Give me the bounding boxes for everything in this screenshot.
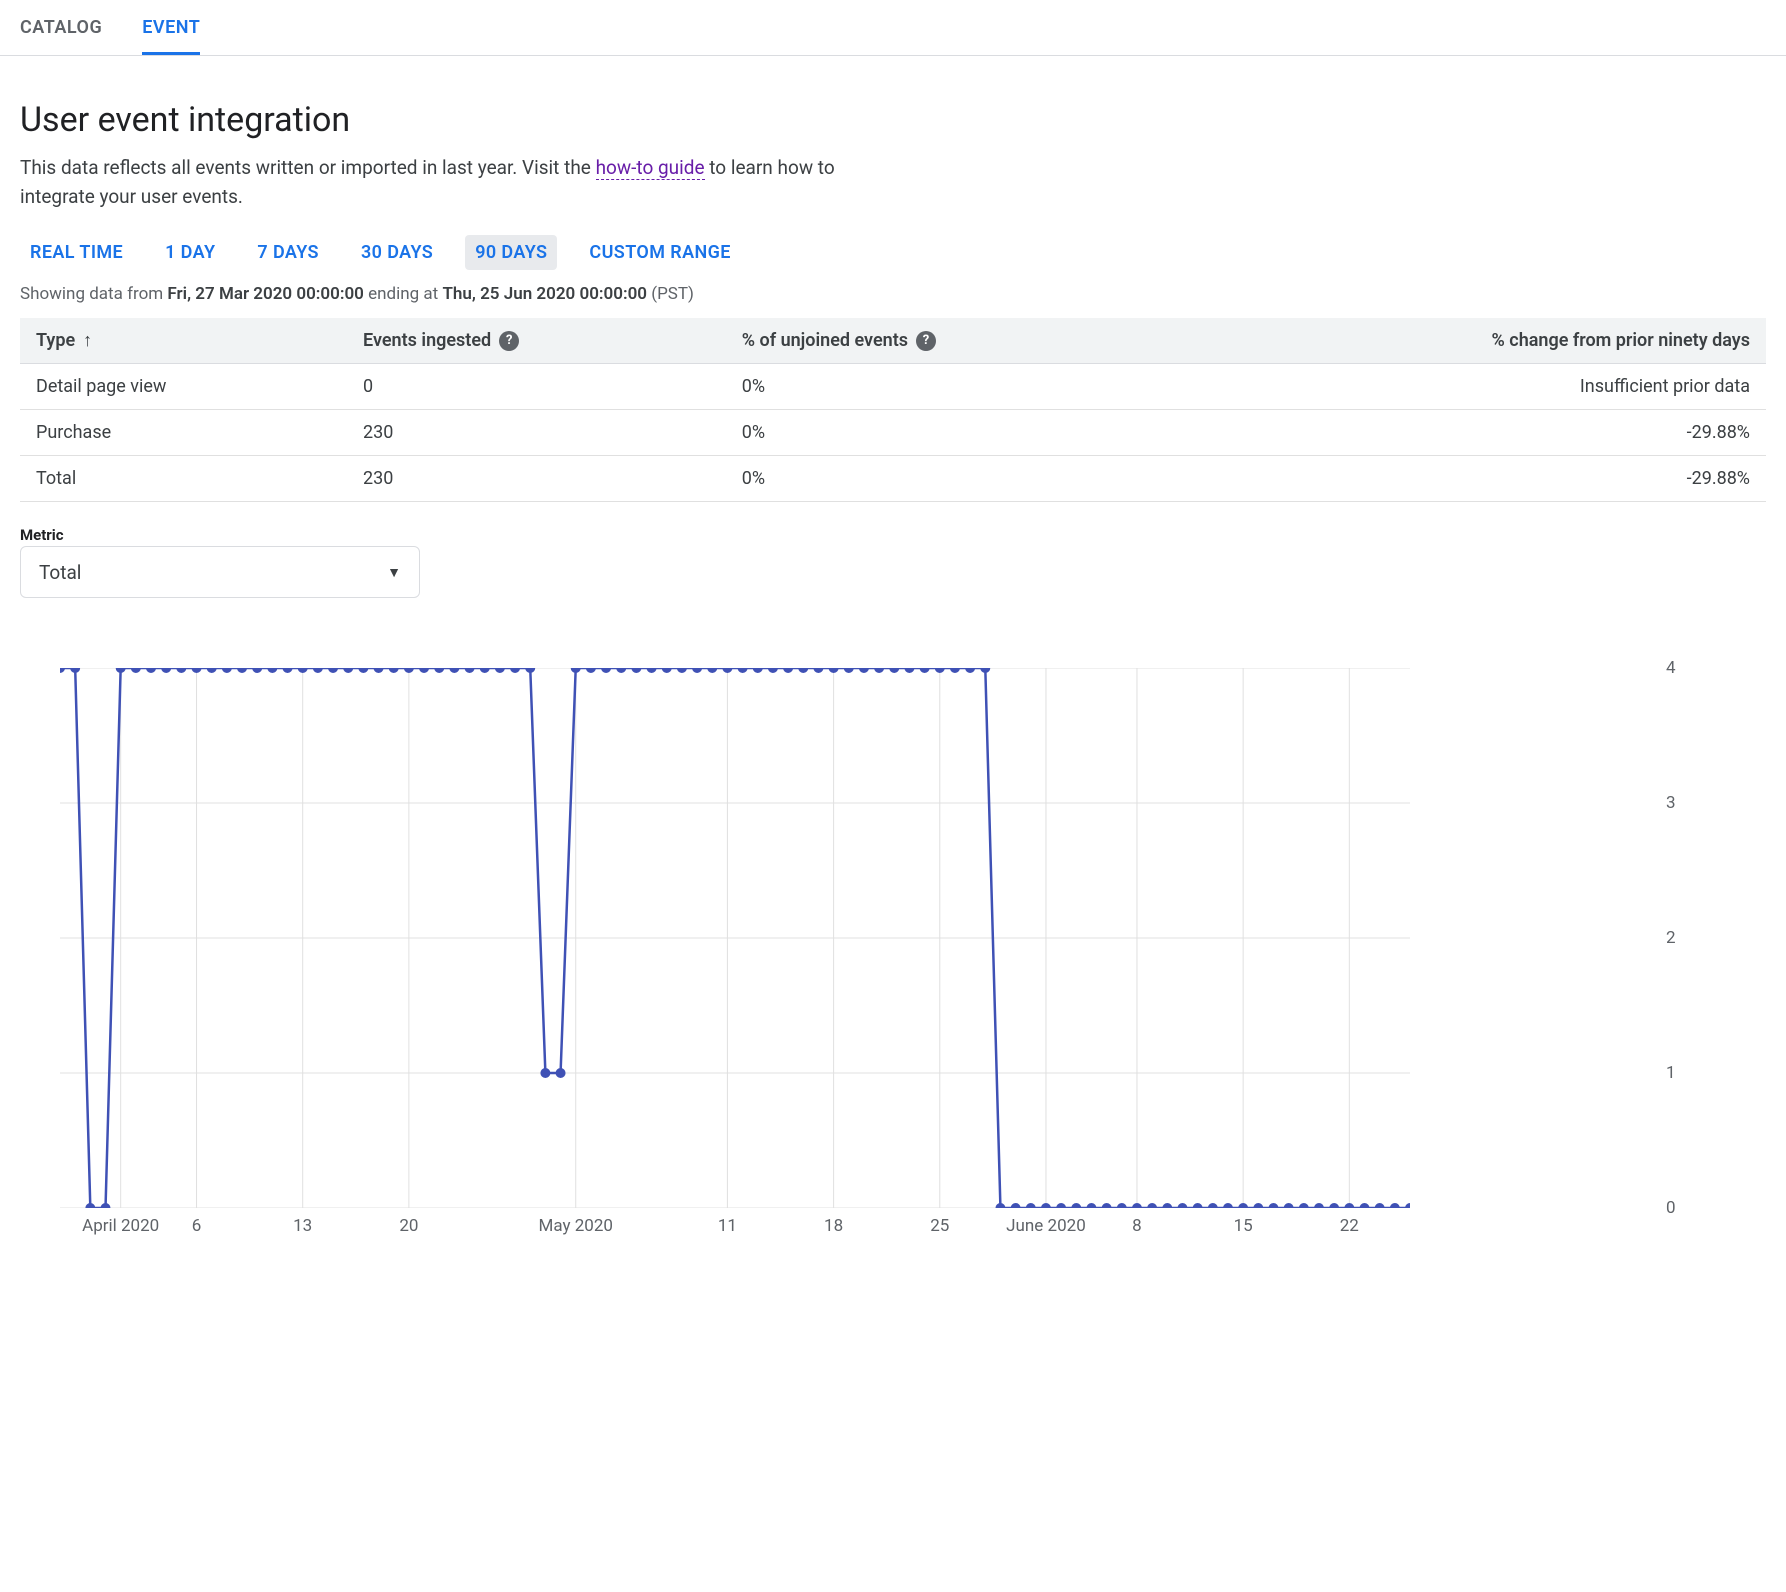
col-type[interactable]: Type ↑ [20,318,347,364]
range-tabs: REAL TIME 1 DAY 7 DAYS 30 DAYS 90 DAYS C… [20,235,1766,270]
page-title: User event integration [20,100,1766,140]
chart: 01234 April 202061320May 2020111825June … [20,668,1766,1246]
tab-event[interactable]: EVENT [142,0,200,55]
x-axis-label: 11 [718,1216,737,1236]
x-axis-label: 13 [293,1216,312,1236]
x-axis-label: 15 [1234,1216,1253,1236]
y-axis-label: 4 [1666,658,1676,678]
col-pct-change[interactable]: % change from prior ninety days [1181,318,1766,364]
chevron-down-icon: ▼ [387,564,401,581]
showing-range: Showing data from Fri, 27 Mar 2020 00:00… [20,284,1766,304]
sort-arrow-up-icon: ↑ [83,330,92,351]
range-tab-90-days[interactable]: 90 DAYS [465,235,557,270]
metric-select[interactable]: Total ▼ [20,546,420,598]
x-axis-label: April 2020 [82,1216,159,1236]
table-row: Detail page view00%Insufficient prior da… [20,364,1766,410]
x-axis-label: May 2020 [538,1216,612,1236]
y-axis-label: 2 [1666,928,1676,948]
x-axis-label: 18 [824,1216,843,1236]
x-axis-label: 8 [1132,1216,1142,1236]
table-row: Total2300%-29.88% [20,456,1766,502]
y-axis-label: 1 [1666,1063,1676,1083]
x-axis-label: 20 [399,1216,418,1236]
y-axis-label: 3 [1666,793,1676,813]
howto-guide-link[interactable]: how-to guide [596,156,705,180]
header-tabs: CATALOG EVENT [0,0,1786,56]
range-tab-custom-range[interactable]: CUSTOM RANGE [579,235,740,270]
range-tab-real-time[interactable]: REAL TIME [20,235,133,270]
chart-svg [60,668,1410,1208]
col-pct-unjoined[interactable]: % of unjoined events ? [726,318,1181,364]
range-tab-1-day[interactable]: 1 DAY [155,235,225,270]
page-description: This data reflects all events written or… [20,154,840,211]
tab-catalog[interactable]: CATALOG [20,0,102,55]
y-axis-label: 0 [1666,1198,1676,1218]
desc-prefix: This data reflects all events written or… [20,156,596,179]
x-axis-label: 25 [930,1216,949,1236]
x-axis-label: 6 [192,1216,202,1236]
x-axis-label: 22 [1340,1216,1359,1236]
help-icon[interactable]: ? [499,331,519,351]
metric-selected-value: Total [39,561,81,584]
metric-label: Metric [20,526,420,544]
range-tab-7-days[interactable]: 7 DAYS [247,235,329,270]
events-table: Type ↑ Events ingested ? % of unjoined e… [20,318,1766,502]
x-axis-label: June 2020 [1006,1216,1086,1236]
col-events-ingested[interactable]: Events ingested ? [347,318,726,364]
help-icon[interactable]: ? [916,331,936,351]
table-row: Purchase2300%-29.88% [20,410,1766,456]
range-tab-30-days[interactable]: 30 DAYS [351,235,443,270]
